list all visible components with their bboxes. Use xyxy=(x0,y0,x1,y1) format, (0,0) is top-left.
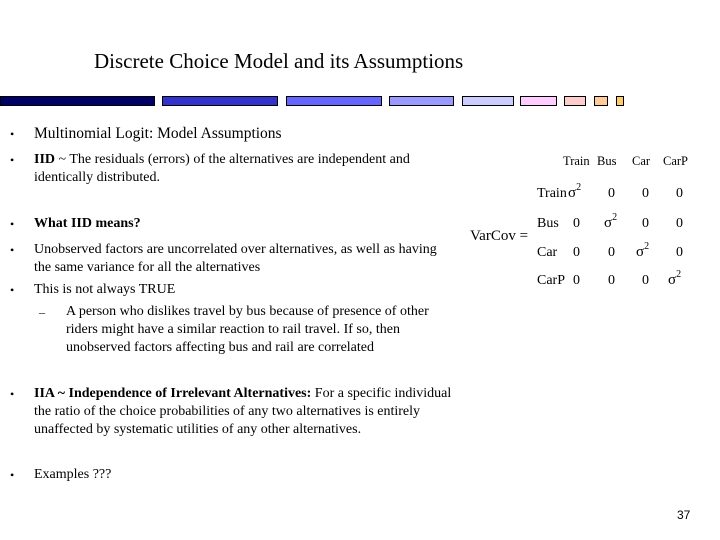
color-bar-5 xyxy=(462,96,514,106)
color-bar-7 xyxy=(564,96,586,106)
color-bar-3 xyxy=(286,96,382,106)
color-bar-1 xyxy=(0,96,155,106)
color-bar-9 xyxy=(616,96,624,106)
bullet-marker: • xyxy=(10,387,15,401)
column-header: Bus xyxy=(597,154,617,168)
bullet-marker: • xyxy=(10,468,15,482)
matrix-cell-variance: σ2 xyxy=(568,182,582,201)
bullet-text: This is not always TRUE xyxy=(34,282,176,297)
bullet-item: • IIA ~ Independence of Irrelevant Alter… xyxy=(10,385,454,439)
bullet-item: • Unobserved factors are uncorrelated ov… xyxy=(10,241,454,277)
bullet-item: • Multinomial Logit: Model Assumptions xyxy=(10,125,454,143)
bullet-bold-term: IID xyxy=(34,152,56,167)
bullet-item: • This is not always TRUE xyxy=(10,281,454,299)
bullet-text: Multinomial Logit: Model Assumptions xyxy=(34,125,282,142)
color-bar-8 xyxy=(594,96,608,106)
column-header: Train xyxy=(563,154,590,168)
bullet-item: • IID ~ The residuals (errors) of the al… xyxy=(10,151,454,187)
row-label: Car xyxy=(537,245,558,260)
bullet-marker: • xyxy=(10,283,15,297)
bullet-text: Unobserved factors are uncorrelated over… xyxy=(34,242,437,275)
matrix-cell-variance: σ2 xyxy=(668,269,682,288)
matrix-cell-zero: 0 xyxy=(642,216,649,231)
bullet-text: Examples ??? xyxy=(34,467,112,482)
slide-title: Discrete Choice Model and its Assumption… xyxy=(94,49,464,73)
bullet-marker: • xyxy=(10,217,15,231)
color-bar-6 xyxy=(520,96,557,106)
row-label: Train xyxy=(537,186,567,201)
matrix-cell-zero: 0 xyxy=(676,245,683,260)
bullet-text: A person who dislikes travel by bus beca… xyxy=(66,304,429,355)
bullet-item: • Examples ??? xyxy=(10,466,454,484)
bullet-bold-term: What IID means? xyxy=(34,216,141,231)
bullet-bold-term: IIA ~ Independence of Irrelevant Alterna… xyxy=(34,386,312,401)
bullet-marker: • xyxy=(10,127,15,141)
matrix-cell-zero: 0 xyxy=(608,186,615,201)
matrix-cell-variance: σ2 xyxy=(604,212,618,231)
bullet-marker: • xyxy=(10,153,15,167)
column-header: CarP xyxy=(663,154,688,168)
bullet-marker: • xyxy=(10,243,15,257)
color-bar-4 xyxy=(389,96,454,106)
matrix-cell-zero: 0 xyxy=(642,186,649,201)
bullet-item: • What IID means? xyxy=(10,215,454,233)
matrix-cell-zero: 0 xyxy=(676,186,683,201)
matrix-cell-zero: 0 xyxy=(642,273,649,288)
bullet-text: ~ The residuals (errors) of the alternat… xyxy=(34,152,410,185)
matrix-cell-zero: 0 xyxy=(608,273,615,288)
decorative-color-bars xyxy=(0,96,720,107)
matrix-cell-zero: 0 xyxy=(676,216,683,231)
sub-bullet-item: – A person who dislikes travel by bus be… xyxy=(39,303,456,357)
row-label: Bus xyxy=(537,216,559,231)
matrix-label: VarCov = xyxy=(470,228,529,244)
color-bar-2 xyxy=(162,96,278,106)
column-header: Car xyxy=(632,154,651,168)
matrix-cell-variance: σ2 xyxy=(636,241,650,260)
page-number: 37 xyxy=(677,508,691,522)
dash-marker: – xyxy=(39,305,45,319)
matrix-cell-zero: 0 xyxy=(608,245,615,260)
row-label: CarP xyxy=(537,273,565,288)
matrix-cell-zero: 0 xyxy=(573,216,580,231)
matrix-cell-zero: 0 xyxy=(573,273,580,288)
matrix-cell-zero: 0 xyxy=(573,245,580,260)
